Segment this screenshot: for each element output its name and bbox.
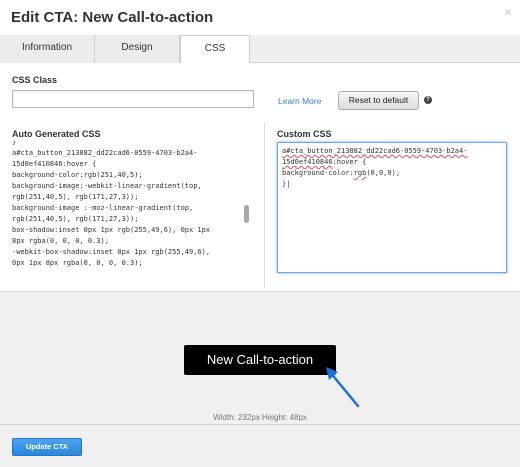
custom-css-editor[interactable]: a#cta_button_213882_dd22cad6-0559-4703-b…: [277, 142, 507, 273]
custom-css-line-3-mid: rgb: [353, 169, 367, 177]
scrollbar-thumb[interactable]: [244, 205, 249, 223]
dialog-header: Edit CTA: New Call-to-action ×: [0, 0, 520, 36]
learn-more-link[interactable]: Learn More: [278, 96, 321, 106]
edit-cta-dialog: Edit CTA: New Call-to-action × Informati…: [0, 0, 520, 467]
update-cta-button[interactable]: Update CTA: [12, 438, 82, 456]
help-icon[interactable]: ?: [424, 96, 432, 104]
custom-css-line-3-post: (0,0,0);: [366, 169, 401, 177]
tab-bar: Information Design CSS: [0, 35, 520, 64]
custom-css-line-4: }: [282, 180, 287, 188]
css-tab-panel: CSS Class Learn More Reset to default ? …: [0, 63, 520, 291]
column-divider: [264, 123, 265, 288]
dialog-footer: Update CTA: [0, 424, 520, 467]
tab-css[interactable]: CSS: [180, 35, 250, 64]
tab-design[interactable]: Design: [95, 35, 180, 63]
custom-css-line-2-id: 15d0ef410846: [282, 158, 333, 166]
reset-to-default-button[interactable]: Reset to default: [338, 91, 419, 110]
custom-css-line-1: a#cta_button_213882_dd22cad6-0559-4703-b…: [282, 147, 468, 155]
cta-preview-area: New Call-to-action Width: 232px Height: …: [0, 291, 520, 424]
close-icon[interactable]: ×: [504, 4, 512, 20]
custom-css-label: Custom CSS: [277, 129, 332, 139]
pointer-arrow-icon: [326, 367, 360, 408]
auto-generated-css-label: Auto Generated CSS: [12, 129, 101, 139]
custom-css-line-2-rest: :hover {: [332, 158, 367, 166]
custom-css-text[interactable]: a#cta_button_213882_dd22cad6-0559-4703-b…: [282, 146, 506, 190]
custom-css-line-3-pre: background-color:: [282, 169, 354, 177]
cta-preview-button[interactable]: New Call-to-action: [184, 345, 336, 375]
tab-information[interactable]: Information: [0, 35, 95, 63]
auto-generated-css-code: } a#cta_button_213882_dd22cad6-0559-4703…: [12, 141, 254, 275]
auto-css-text: } a#cta_button_213882_dd22cad6-0559-4703…: [12, 141, 211, 267]
cta-dimensions: Width: 232px Height: 48px: [213, 413, 307, 422]
css-class-input[interactable]: [12, 90, 254, 108]
css-class-label: CSS Class: [12, 75, 58, 85]
dialog-title: Edit CTA: New Call-to-action: [11, 9, 214, 26]
